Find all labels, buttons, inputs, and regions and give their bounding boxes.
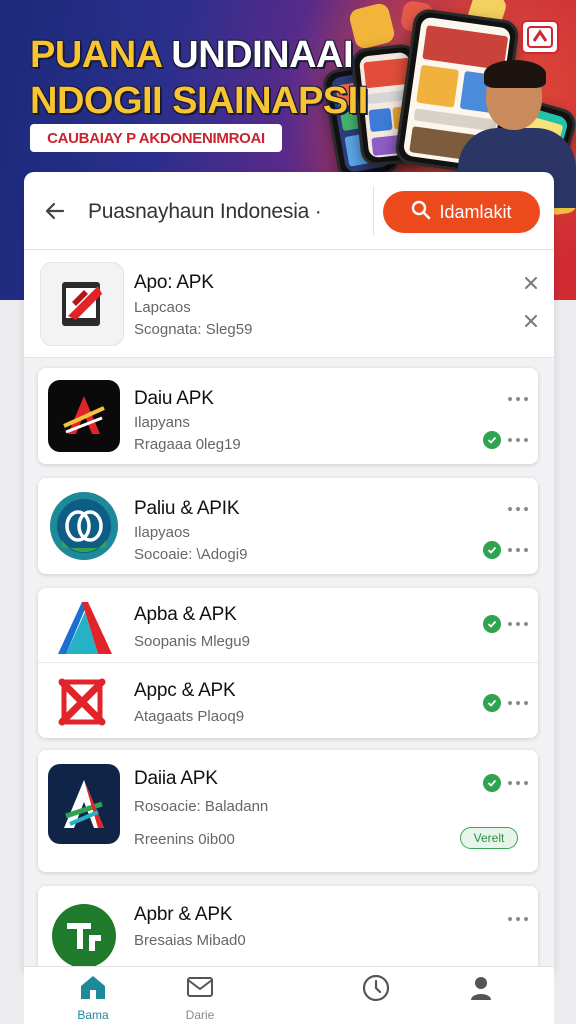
profile-icon	[466, 973, 496, 1008]
nav-item-profile[interactable]	[451, 973, 511, 1023]
banner-title-line1: PUANA UNDINAAI	[30, 34, 354, 76]
app-meta: Bresaias Mibad0	[134, 932, 246, 949]
app-name: Apo: APK	[134, 272, 214, 293]
verified-check-icon	[483, 615, 501, 633]
app-name: Paliu & APIK	[134, 498, 240, 519]
list-item[interactable]: Paliu & APIK Ilapyaos Socoaie: \Adogi9	[38, 478, 538, 574]
app-name: Appc & APK	[134, 680, 236, 701]
result-row-featured[interactable]: Apo: APK Lapcaos Scognata: Sleg59	[24, 252, 554, 358]
banner-tagline: CAUBAIAY P AKDONENIMROAI	[30, 124, 282, 152]
home-icon	[78, 973, 108, 1006]
more-options-icon[interactable]	[508, 504, 528, 514]
brand-logo	[521, 20, 559, 54]
list-item[interactable]: Daiu APK Ilapyans Rragaaa 0leg19	[38, 368, 538, 464]
list-item[interactable]: Daiia APK Rosoacie: Baladann Rreenins 0i…	[38, 750, 538, 872]
app-subtitle: Ilapyaos	[134, 524, 190, 541]
verified-badge: Verelt	[460, 827, 518, 849]
search-results-panel: Puasnayhaun Indonesia · Idamlakit Apo: A…	[24, 172, 554, 972]
more-options-icon[interactable]	[508, 698, 528, 708]
app-subtitle: Rosoacie: Baladann	[134, 798, 269, 815]
more-options-icon[interactable]	[508, 394, 528, 404]
app-meta: Rreenins 0ib00	[134, 831, 235, 848]
app-meta: Rragaaa 0leg19	[134, 436, 241, 453]
verified-check-icon	[483, 774, 501, 792]
results-list: Daiu APK Ilapyans Rragaaa 0leg19 Paliu &	[24, 360, 554, 972]
search-bar: Puasnayhaun Indonesia · Idamlakit	[24, 172, 554, 250]
list-item[interactable]: Apba & APK Soopanis Mlegu9 Appc & APK At…	[38, 588, 538, 738]
app-meta: Soopanis Mlegu9	[134, 633, 250, 650]
banner-title-line2: NDOGII SIAINAPSII	[30, 80, 368, 122]
close-icon[interactable]	[521, 273, 541, 293]
app-icon	[48, 490, 120, 562]
app-icon	[48, 596, 120, 660]
app-name: Apbr & APK	[134, 904, 233, 925]
app-meta: Scognata: Sleg59	[134, 321, 253, 338]
app-icon	[40, 262, 124, 346]
close-icon[interactable]	[521, 311, 541, 331]
app-subtitle: Ilapyans	[134, 414, 190, 431]
more-options-icon[interactable]	[508, 778, 528, 788]
more-options-icon[interactable]	[508, 619, 528, 629]
nav-label: Darie	[185, 1008, 215, 1022]
arrow-left-icon[interactable]	[40, 196, 70, 226]
app-name: Daiu APK	[134, 388, 214, 409]
banner-person-hair	[484, 60, 546, 88]
more-options-icon[interactable]	[508, 435, 528, 445]
clock-icon	[361, 973, 391, 1008]
bottom-navigation: Bama Darie	[24, 966, 554, 1024]
nav-item-mail[interactable]: Darie	[170, 973, 230, 1023]
app-meta: Socoaie: \Adogi9	[134, 546, 248, 563]
app-meta: Atagaats Plaoq9	[134, 708, 245, 725]
app-icon	[52, 672, 112, 732]
more-options-icon[interactable]	[508, 914, 528, 924]
nav-item-home[interactable]: Bama	[63, 973, 123, 1023]
more-options-icon[interactable]	[508, 545, 528, 555]
divider	[38, 662, 538, 663]
app-icon	[48, 380, 120, 452]
list-item[interactable]: Apbr & APK Bresaias Mibad0	[38, 886, 538, 972]
app-name: Apba & APK	[134, 604, 237, 625]
search-button[interactable]: Idamlakit	[383, 191, 540, 233]
verified-check-icon	[483, 431, 501, 449]
nav-item-history[interactable]	[346, 973, 406, 1023]
app-name: Daiia APK	[134, 768, 218, 789]
nav-label: Bama	[77, 1008, 109, 1022]
search-button-label: Idamlakit	[439, 201, 512, 222]
mail-icon	[185, 973, 215, 1006]
verified-check-icon	[483, 541, 501, 559]
search-icon	[411, 200, 431, 225]
app-icon	[48, 764, 120, 844]
app-icon	[48, 900, 120, 972]
search-input[interactable]: Puasnayhaun Indonesia ·	[88, 200, 322, 224]
search-divider	[373, 186, 374, 236]
app-subtitle: Lapcaos	[134, 299, 191, 316]
verified-check-icon	[483, 694, 501, 712]
